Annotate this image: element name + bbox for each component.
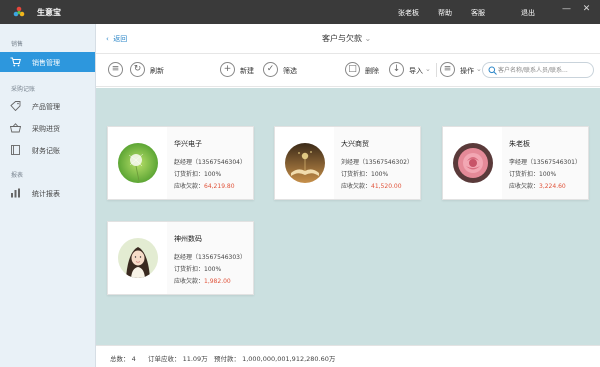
due-amount: 3,224.60 [539, 183, 566, 190]
chevron-down-icon: ⌄ [476, 65, 482, 73]
customer-discount: 订货折扣：100% [174, 266, 222, 273]
toolbar-divider [436, 63, 437, 77]
chevron-down-icon: ⌄ [425, 65, 431, 73]
title-bar: 生意宝 张老板 帮助 客服 退出 — ✕ [0, 0, 600, 24]
check-icon: ✓ [263, 62, 278, 77]
bar-chart-icon [11, 188, 20, 198]
sidebar-item-purchasing[interactable]: 采购进货 [0, 118, 95, 138]
tag-icon [10, 101, 21, 111]
due-amount: 1,982.00 [204, 278, 231, 285]
due-amount: 41,520.00 [371, 183, 402, 190]
sidebar-item-label: 销售管理 [32, 59, 60, 67]
customer-name: 华兴电子 [174, 140, 202, 148]
search-icon [488, 66, 497, 75]
due-amount: 64,219.80 [204, 183, 235, 190]
minimize-icon[interactable]: — [560, 3, 573, 16]
sidebar-item-products[interactable]: 产品管理 [0, 96, 95, 116]
customer-due-row: 应收欠款：41,520.00 [341, 181, 402, 190]
avatar [285, 143, 325, 183]
customer-card[interactable]: 神州数码 赵经理（13567546303） 订货折扣：100% 应收欠款：1,9… [107, 221, 254, 295]
user-menu[interactable]: 张老板 [398, 8, 419, 18]
customer-due-row: 应收欠款：64,219.80 [174, 181, 235, 190]
toolbar: ≡ ↻ 刷新 + 新建 ✓ 筛选 □ 删除 ↓ 导入 ⌄ ≡ 操作 ⌄ [96, 54, 600, 87]
back-button[interactable]: ‹ 返回 [106, 34, 127, 44]
page-title[interactable]: 客户与欠款 ⌄ [322, 33, 371, 44]
search-input[interactable] [498, 64, 592, 76]
customer-discount: 订货折扣：100% [174, 171, 222, 178]
due-label: 应收欠款： [174, 183, 205, 190]
avatar-box [275, 127, 334, 199]
customer-name: 朱老板 [509, 140, 530, 148]
download-icon: ↓ [389, 62, 404, 77]
customer-due-row: 应收欠款：1,982.00 [174, 276, 231, 285]
customer-card[interactable]: 大兴商贸 刘经理（13567546302） 订货折扣：100% 应收欠款：41,… [274, 126, 421, 200]
sidebar-item-label: 采购进货 [32, 125, 60, 133]
sidebar-item-accounting[interactable]: 财务记账 [0, 140, 95, 160]
sidebar-item-statistics[interactable]: 统计报表 [0, 183, 95, 203]
customer-grid: 华兴电子 赵经理（13567546304） 订货折扣：100% 应收欠款：64,… [96, 88, 600, 345]
avatar [118, 143, 158, 183]
page-header: ‹ 返回 客户与欠款 ⌄ [96, 24, 600, 54]
sidebar-section-reports: 报表 [11, 172, 24, 179]
avatar [453, 143, 493, 183]
ledger-icon [11, 145, 20, 155]
back-label: 返回 [113, 35, 128, 43]
search-box[interactable] [482, 62, 594, 78]
menu-icon: ≡ [440, 62, 455, 77]
prepaid-amount: 预付款： 1,000,000,001,912,280.60万 [214, 355, 336, 363]
basket-icon [10, 123, 21, 133]
logout-link[interactable]: 退出 [521, 8, 535, 18]
app-title: 生意宝 [37, 8, 61, 17]
plus-icon: + [220, 62, 235, 77]
list-icon: ≡ [108, 62, 123, 77]
sidebar: 销售 销售管理 采购记账 产品管理 采购进货 财务记账 报表 统计报表 [0, 24, 96, 367]
customer-discount: 订货折扣：100% [509, 171, 557, 178]
filter-label: 筛选 [283, 67, 297, 75]
sidebar-section-sales: 销售 [11, 41, 24, 48]
cart-icon [10, 57, 21, 67]
sidebar-item-sales-management[interactable]: 销售管理 [0, 52, 95, 72]
orders-receivable: 订单应收： 11.09万 [148, 355, 208, 363]
support-link[interactable]: 客服 [471, 8, 485, 18]
sidebar-section-purchase: 采购记账 [11, 86, 36, 93]
customer-contact: 赵经理（13567546303） [174, 254, 246, 261]
page-title-text: 客户与欠款 [322, 34, 362, 43]
actions-label: 操作 [460, 67, 474, 75]
refresh-icon: ↻ [130, 62, 145, 77]
status-bar: 总数： 4 订单应收： 11.09万 预付款： 1,000,000,001,91… [96, 345, 600, 367]
total-count: 总数： 4 [110, 355, 136, 363]
delete-label: 删除 [365, 67, 379, 75]
chevron-down-icon: ⌄ [364, 34, 372, 43]
help-link[interactable]: 帮助 [438, 8, 452, 18]
customer-contact: 赵经理（13567546304） [174, 159, 246, 166]
new-label: 新建 [240, 67, 254, 75]
sidebar-item-label: 统计报表 [32, 190, 60, 198]
sidebar-item-label: 产品管理 [32, 103, 60, 111]
customer-name: 神州数码 [174, 235, 202, 243]
refresh-label: 刷新 [150, 67, 164, 75]
customer-card[interactable]: 朱老板 李经理（13567546301） 订货折扣：100% 应收欠款：3,22… [442, 126, 589, 200]
close-icon[interactable]: ✕ [580, 3, 593, 16]
app-logo-icon [13, 6, 25, 17]
customer-name: 大兴商贸 [341, 140, 369, 148]
due-label: 应收欠款： [174, 278, 205, 285]
customer-card[interactable]: 华兴电子 赵经理（13567546304） 订货折扣：100% 应收欠款：64,… [107, 126, 254, 200]
avatar-box [108, 222, 167, 294]
avatar-box [108, 127, 167, 199]
due-label: 应收欠款： [341, 183, 372, 190]
avatar-box [443, 127, 502, 199]
avatar [118, 238, 158, 278]
customer-due-row: 应收欠款：3,224.60 [509, 181, 566, 190]
sidebar-item-label: 财务记账 [32, 147, 60, 155]
customer-contact: 刘经理（13567546302） [341, 159, 413, 166]
trash-icon: □ [345, 62, 360, 77]
due-label: 应收欠款： [509, 183, 540, 190]
customer-discount: 订货折扣：100% [341, 171, 389, 178]
customer-contact: 李经理（13567546301） [509, 159, 581, 166]
import-label: 导入 [409, 67, 423, 75]
